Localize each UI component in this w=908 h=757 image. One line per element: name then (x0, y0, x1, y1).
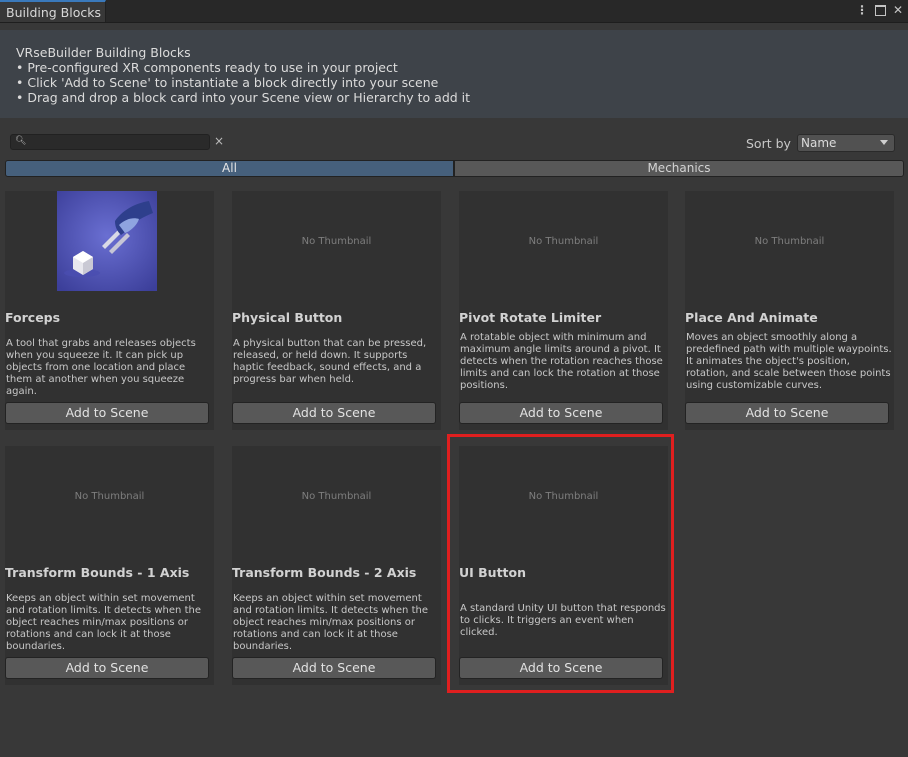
sort-dropdown[interactable]: Name (797, 134, 895, 152)
add-to-scene-button[interactable]: Add to Scene (459, 402, 663, 424)
add-to-scene-button[interactable]: Add to Scene (685, 402, 889, 424)
tab-building-blocks[interactable]: Building Blocks (0, 0, 106, 22)
search-input[interactable] (29, 135, 205, 149)
card-description: A rotatable object with minimum and maxi… (460, 332, 663, 391)
card-description: A physical button that can be pressed, r… (233, 338, 427, 385)
info-line: • Click 'Add to Scene' to instantiate a … (16, 75, 439, 90)
card-description: Keeps an object within set movement and … (6, 593, 201, 652)
add-to-scene-button[interactable]: Add to Scene (232, 402, 436, 424)
clear-search-icon[interactable]: × (214, 134, 224, 148)
block-card-transform-bounds-1-axis[interactable]: No Thumbnail Transform Bounds - 1 Axis K… (5, 446, 214, 685)
card-thumbnail: No Thumbnail (232, 446, 441, 547)
no-thumbnail-label: No Thumbnail (301, 236, 372, 247)
card-thumbnail: No Thumbnail (5, 446, 214, 547)
add-to-scene-button[interactable]: Add to Scene (232, 657, 436, 679)
block-card-forceps[interactable]: Forceps A tool that grabs and releases o… (5, 191, 214, 430)
card-title: Physical Button (232, 310, 343, 325)
info-line: • Pre-configured XR components ready to … (16, 60, 398, 75)
tab-label: Building Blocks (6, 5, 102, 20)
card-description: Keeps an object within set movement and … (233, 593, 428, 652)
card-title: Transform Bounds - 1 Axis (5, 565, 190, 580)
card-thumbnail: No Thumbnail (232, 191, 441, 292)
card-title: Place And Animate (685, 310, 818, 325)
info-panel: VRseBuilder Building Blocks • Pre-config… (0, 30, 908, 118)
no-thumbnail-label: No Thumbnail (301, 491, 372, 502)
sort-label: Sort by (746, 136, 791, 151)
maximize-icon[interactable] (874, 3, 886, 17)
no-thumbnail-label: No Thumbnail (754, 236, 825, 247)
highlight-box (447, 434, 674, 693)
info-title: VRseBuilder Building Blocks (16, 45, 191, 60)
card-title: Forceps (5, 310, 61, 325)
block-card-pivot-rotate-limiter[interactable]: No Thumbnail Pivot Rotate Limiter A rota… (459, 191, 668, 430)
window-controls: ⋮ ✕ (856, 3, 904, 17)
tab-mechanics[interactable]: Mechanics (454, 160, 904, 177)
card-thumbnail: No Thumbnail (685, 191, 894, 292)
close-icon[interactable]: ✕ (892, 3, 904, 17)
block-card-place-and-animate[interactable]: No Thumbnail Place And Animate Moves an … (685, 191, 894, 430)
card-description: Moves an object smoothly along a predefi… (686, 332, 892, 391)
chevron-down-icon (880, 140, 888, 145)
kebab-menu-icon[interactable]: ⋮ (856, 3, 868, 17)
block-card-transform-bounds-2-axis[interactable]: No Thumbnail Transform Bounds - 2 Axis K… (232, 446, 441, 685)
card-title: Transform Bounds - 2 Axis (232, 565, 417, 580)
sort-selected-value: Name (801, 136, 837, 150)
window-tab-bar: Building Blocks ⋮ ✕ (0, 0, 908, 23)
card-description: A tool that grabs and releases objects w… (6, 338, 196, 397)
tab-all[interactable]: All (5, 160, 454, 177)
no-thumbnail-label: No Thumbnail (528, 236, 599, 247)
forceps-thumbnail-image (57, 191, 157, 291)
block-card-physical-button[interactable]: No Thumbnail Physical Button A physical … (232, 191, 441, 430)
info-line: • Drag and drop a block card into your S… (16, 90, 471, 105)
search-field[interactable]: 🔍︎ (10, 134, 210, 150)
card-title: Pivot Rotate Limiter (459, 310, 602, 325)
add-to-scene-button[interactable]: Add to Scene (5, 402, 209, 424)
no-thumbnail-label: No Thumbnail (74, 491, 145, 502)
card-thumbnail (5, 191, 214, 292)
search-icon: 🔍︎ (15, 136, 27, 146)
add-to-scene-button[interactable]: Add to Scene (5, 657, 209, 679)
card-thumbnail: No Thumbnail (459, 191, 668, 292)
